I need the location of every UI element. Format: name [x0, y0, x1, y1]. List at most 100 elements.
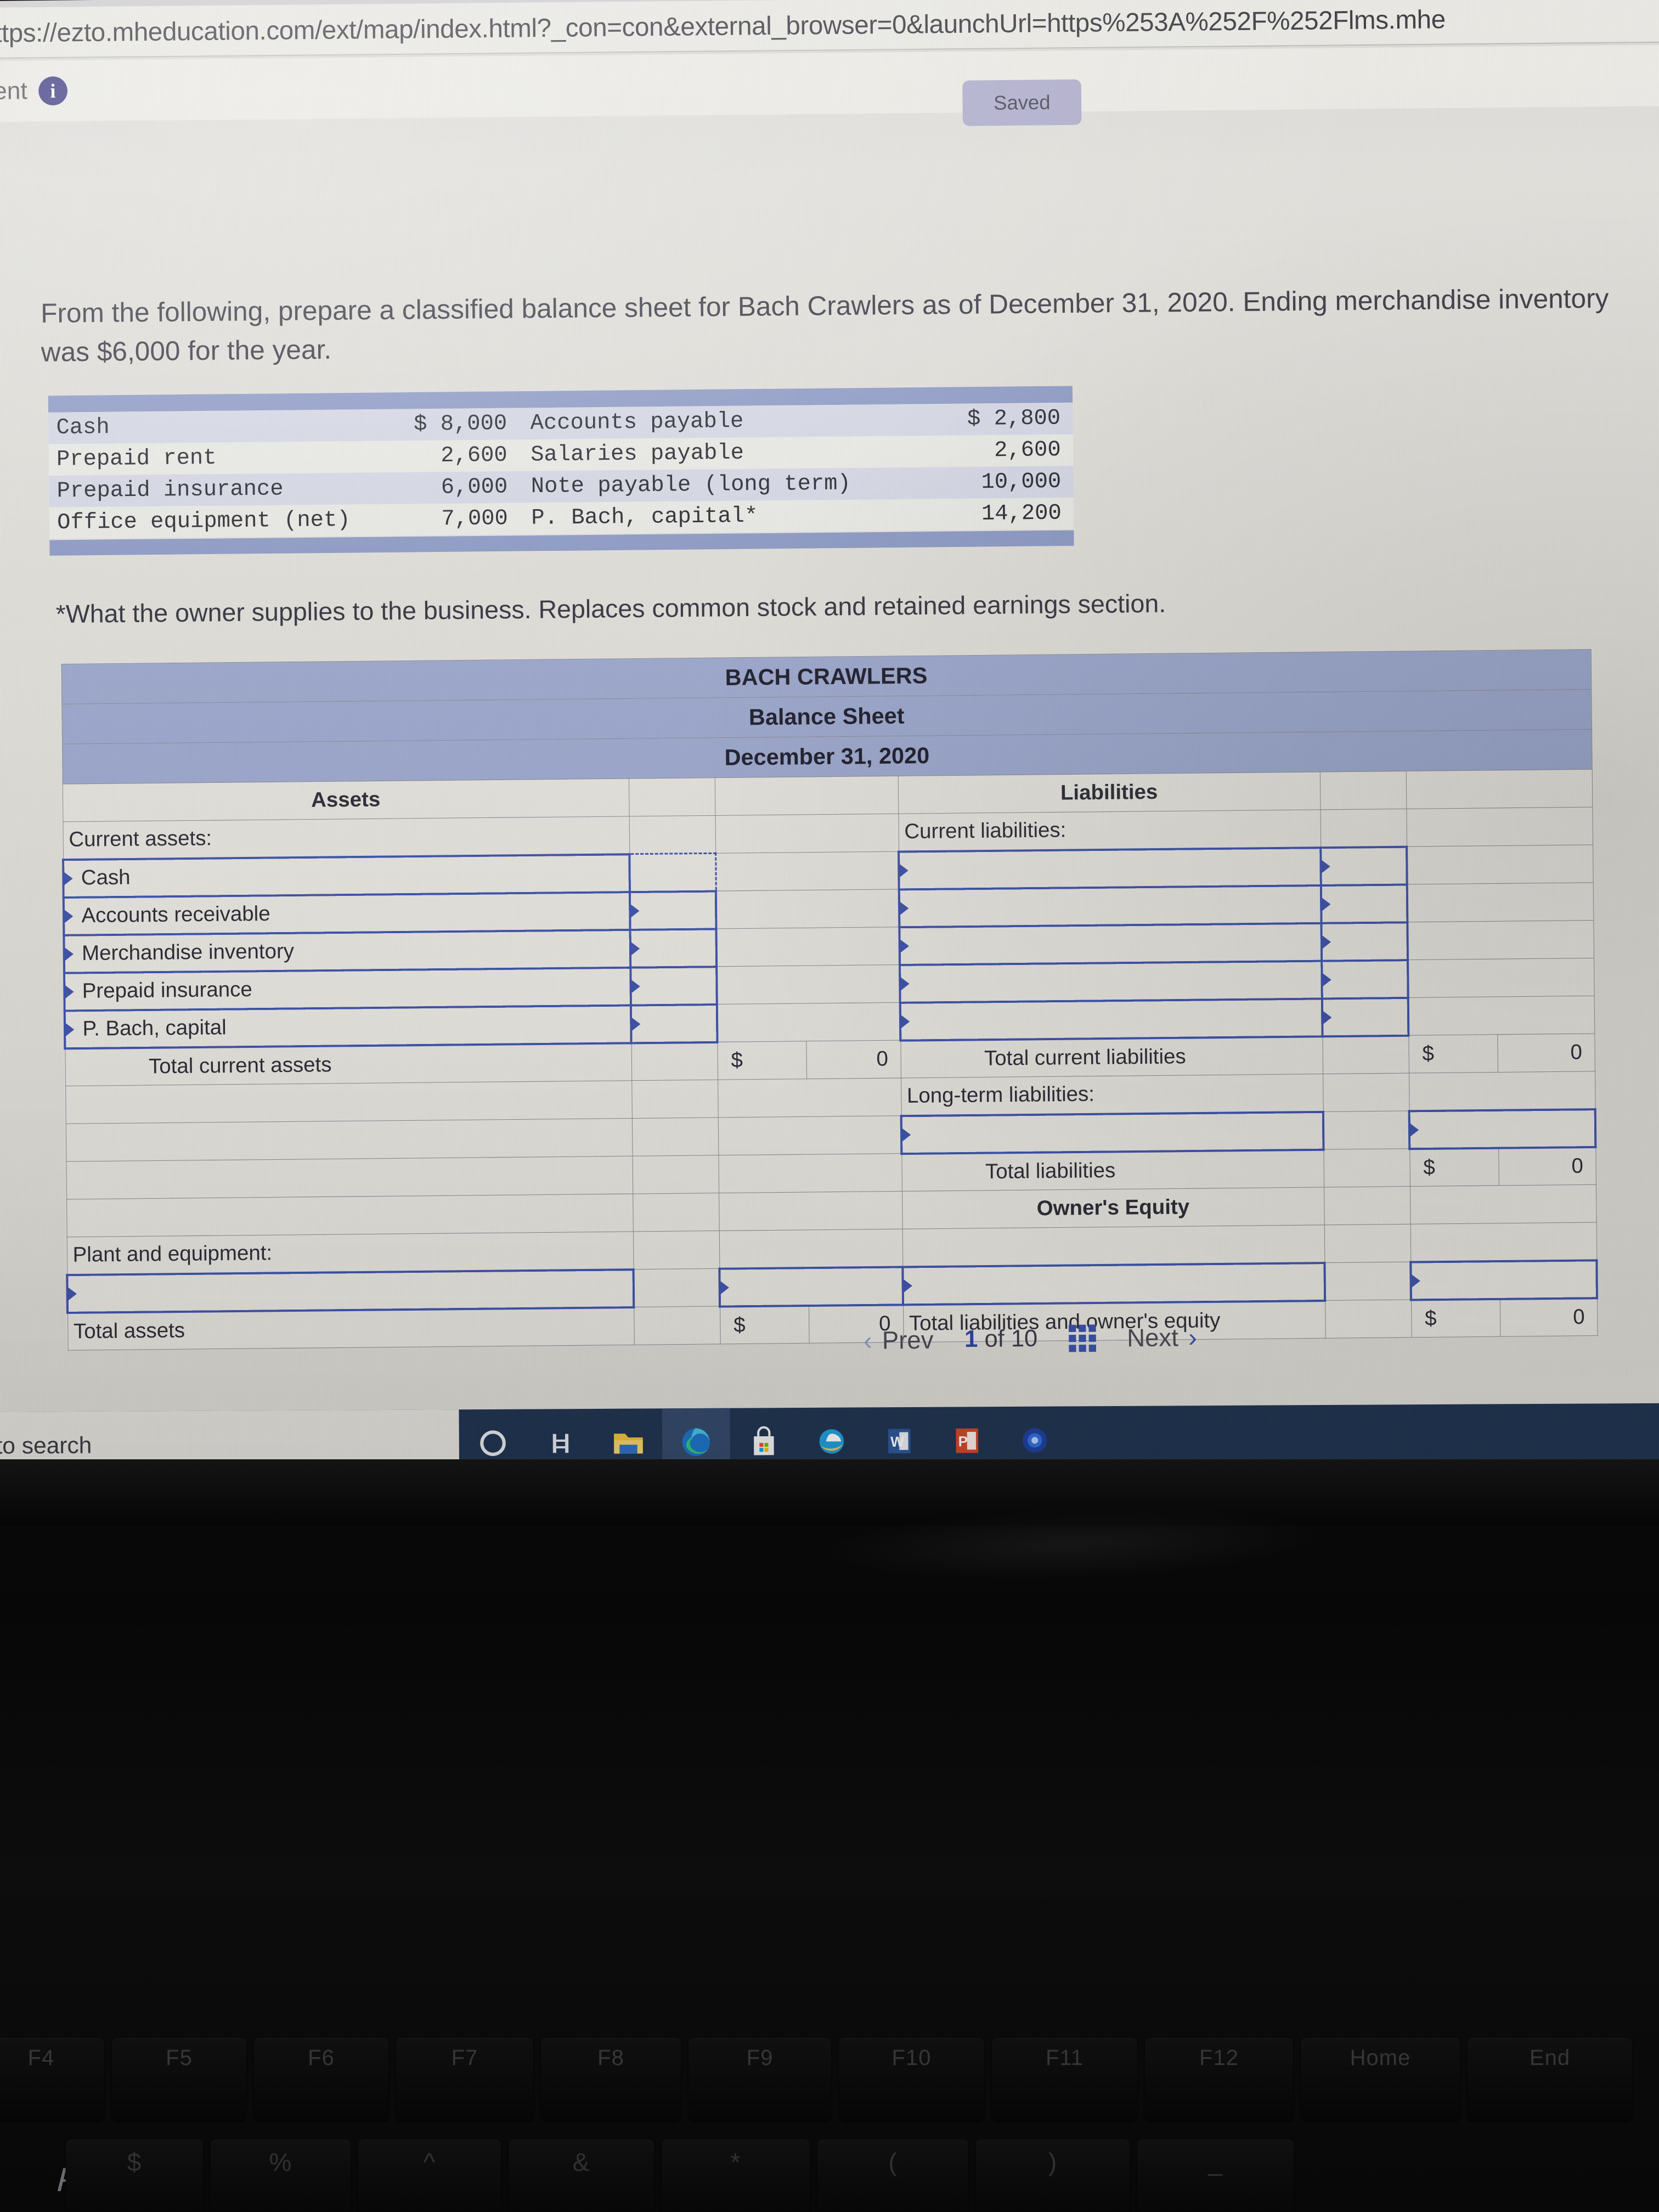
key-label: F8 [597, 2046, 624, 2070]
liability-line-1-label-input[interactable] [899, 847, 1321, 889]
liability-line-5-label-input[interactable] [900, 998, 1323, 1041]
spacer-cell [718, 1077, 901, 1118]
info-icon[interactable]: i [38, 76, 67, 106]
spacer-cell [632, 1155, 719, 1194]
keyboard-key: ^ [358, 2140, 501, 2212]
keyboard-key: F8 [541, 2038, 681, 2120]
asset-line-5-label-input[interactable]: P. Bach, capital [64, 1005, 631, 1048]
spacer-cell [1408, 996, 1595, 1036]
liability-line-5-amount-input[interactable] [1322, 997, 1409, 1036]
spacer-cell [1409, 1184, 1596, 1224]
asset-line-5-amount-input[interactable] [630, 1004, 718, 1043]
url-text[interactable]: https://ezto.mheducation.com/ext/map/ind… [0, 3, 1446, 48]
spacer-cell [718, 1153, 902, 1193]
asset-line-4-label-input[interactable]: Prepaid insurance [64, 967, 631, 1011]
spacer-cell [1408, 1071, 1595, 1111]
key-label: F10 [891, 2046, 932, 2070]
laptop-screen: https://ezto.mheducation.com/ext/map/ind… [0, 0, 1659, 1483]
next-button[interactable]: Next › [1127, 1322, 1197, 1353]
plant-equipment-amount-input[interactable] [719, 1267, 904, 1307]
liability-line-1-amount-input[interactable] [1321, 847, 1407, 885]
cortana-icon [480, 1430, 506, 1456]
liability-line-3-amount-input[interactable] [1321, 922, 1408, 961]
spacer-cell [715, 889, 900, 929]
total-current-liabilities-dollar: $ [1408, 1034, 1498, 1074]
keyboard-key: F11 [992, 2038, 1137, 2120]
of-label: of [984, 1325, 1005, 1352]
plant-equipment-label-input[interactable] [67, 1269, 634, 1313]
keyboard-key: ( [817, 2140, 968, 2212]
total-pages: 10 [1011, 1325, 1038, 1352]
spacer-cell [631, 1117, 719, 1156]
spacer-cell [1322, 1035, 1409, 1074]
given-left-amount: $ 8,000 [413, 411, 507, 437]
owners-equity-label-input[interactable] [902, 1262, 1325, 1305]
status-badge-saved: Saved [962, 79, 1082, 126]
prev-button[interactable]: ‹ Prev [864, 1324, 934, 1356]
spacer-cell [1408, 958, 1594, 998]
keyboard-key: F4 [0, 2038, 104, 2120]
spacer-cell [66, 1156, 633, 1200]
given-right-amount: 14,200 [981, 501, 1062, 527]
svg-text:P: P [958, 1433, 968, 1449]
liability-line-4-amount-input[interactable] [1322, 960, 1408, 998]
asset-line-2-label-input[interactable]: Accounts receivable [63, 891, 630, 935]
asset-line-1-label-input[interactable]: Cash [63, 854, 630, 898]
given-right-amount: 2,600 [994, 437, 1061, 464]
spacer-cell [1407, 882, 1594, 922]
total-liab-and-oe-value: 0 [1499, 1297, 1598, 1337]
balance-sheet-worksheet: BACH CRAWLERS Balance Sheet December 31,… [60, 649, 1599, 1351]
given-left-account: Office equipment (net) [57, 507, 351, 536]
total-current-liabilities-value: 0 [1497, 1033, 1595, 1073]
long-term-liability-label-input[interactable] [901, 1111, 1324, 1154]
spacer-cell [902, 1224, 1325, 1267]
spacer-cell [1325, 1299, 1412, 1339]
current-assets-label: Current assets: [63, 816, 630, 860]
asset-line-4-amount-input[interactable] [630, 966, 717, 1006]
spacer-cell [1406, 807, 1593, 847]
next-label: Next [1126, 1323, 1179, 1352]
plant-and-equipment-label: Plant and equipment: [66, 1231, 634, 1275]
microsoft-store-icon [754, 1426, 774, 1455]
spacer-cell [631, 1080, 718, 1119]
spacer-cell [715, 851, 899, 891]
spacer-cell [634, 1306, 720, 1345]
spacer-cell [633, 1231, 720, 1269]
keyboard-key: & [509, 2140, 654, 2212]
owners-equity-header: Owner's Equity [902, 1187, 1324, 1229]
spacer-cell [1407, 844, 1593, 884]
spacer-cell [628, 777, 715, 816]
grid-view-icon[interactable] [1068, 1324, 1096, 1352]
long-term-liability-amount-input[interactable] [1409, 1109, 1596, 1149]
key-label: * [730, 2148, 741, 2176]
laptop-hinge [0, 1459, 1659, 1525]
keyboard-key: % [211, 2140, 351, 2212]
spacer-cell [65, 1118, 633, 1162]
liability-line-3-label-input[interactable] [899, 923, 1322, 965]
liabilities-header: Liabilities [898, 772, 1321, 814]
given-left-account: Prepaid rent [56, 445, 217, 472]
key-label: End [1529, 2046, 1571, 2070]
keyboard-key: * [662, 2140, 810, 2212]
spacer-cell [719, 1229, 903, 1269]
spacer-cell [1324, 1186, 1410, 1225]
key-label: % [269, 2148, 292, 2176]
asset-line-3-amount-input[interactable] [630, 928, 717, 968]
liability-line-4-label-input[interactable] [900, 961, 1322, 1003]
given-data-table: Cash $ 8,000 Accounts payable $ 2,800 Prepai… [48, 386, 1074, 556]
spacer-cell [631, 1042, 718, 1081]
spacer-cell [1324, 1224, 1411, 1263]
key-label: F7 [451, 2046, 478, 2070]
asset-line-2-amount-input[interactable] [629, 891, 716, 930]
total-liab-and-oe-dollar: $ [1410, 1299, 1500, 1338]
liability-line-2-label-input[interactable] [899, 885, 1322, 927]
assets-header: Assets [62, 778, 629, 822]
current-liabilities-label: Current liabilities: [898, 809, 1321, 852]
liability-line-2-amount-input[interactable] [1321, 884, 1408, 923]
keyboard-key: End [1468, 2038, 1632, 2120]
keyboard-key: F5 [112, 2038, 246, 2120]
owners-equity-amount-input[interactable] [1410, 1260, 1598, 1300]
keyboard-number-row: $% ^ & * () _ [0, 2134, 1659, 2212]
asset-line-1-amount-input[interactable] [629, 853, 716, 892]
asset-line-3-label-input[interactable]: Merchandise inventory [64, 929, 631, 973]
